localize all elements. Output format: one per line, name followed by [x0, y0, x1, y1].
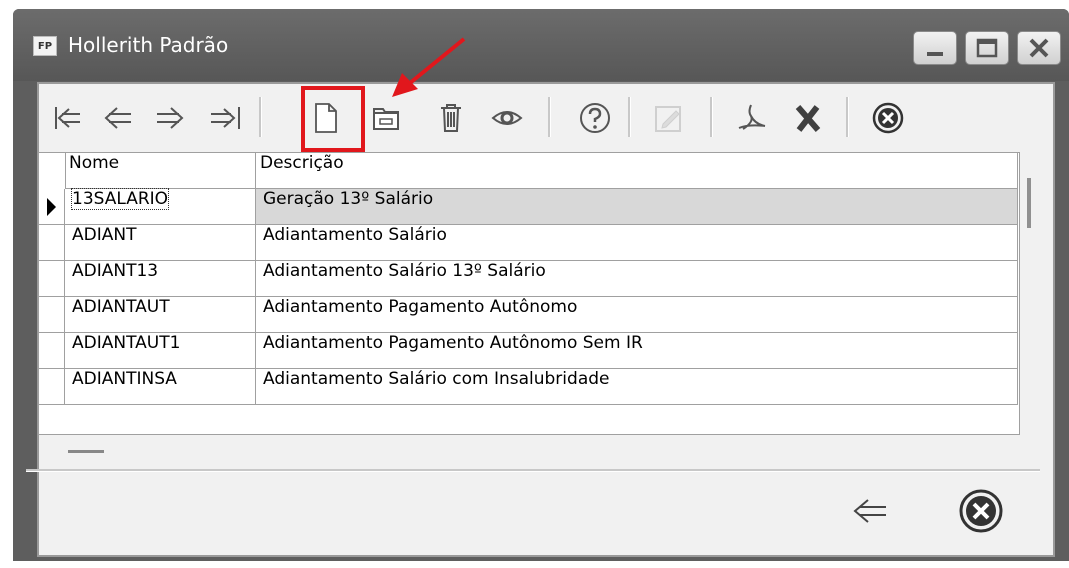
minimize-icon [927, 52, 943, 56]
last-arrow-icon [211, 107, 240, 129]
vertical-scrollbar[interactable] [1027, 178, 1031, 228]
table-row[interactable]: ADIANTAUT Adiantamento Pagamento Autônom… [39, 297, 1018, 333]
cell-nome[interactable]: ADIANTAUT1 [65, 333, 256, 369]
folder-icon [373, 108, 399, 130]
footer-separator [26, 469, 1040, 472]
left-arrow-icon [104, 107, 131, 129]
row-indicator [39, 189, 65, 225]
row-indicator [39, 225, 65, 261]
horizontal-scrollbar[interactable] [68, 450, 104, 453]
trash-icon [441, 104, 461, 132]
toolbar-separator [259, 97, 262, 137]
current-row-icon [47, 198, 56, 216]
column-header-nome[interactable]: Nome [65, 153, 256, 188]
cell-nome-text: 13SALARIO [70, 188, 170, 210]
excel-x-icon [795, 105, 821, 132]
back-button[interactable] [838, 478, 898, 544]
help-icon [580, 103, 610, 133]
close-circle-icon [872, 102, 904, 134]
cell-descricao[interactable]: Adiantamento Salário 13º Salário [256, 261, 1018, 297]
app-icon: FP [33, 36, 57, 56]
row-indicator [39, 333, 65, 369]
table-row[interactable]: ADIANTINSA Adiantamento Salário com Insa… [39, 369, 1018, 405]
row-indicator [39, 297, 65, 333]
toolbar-separator [846, 97, 849, 137]
cell-nome[interactable]: 13SALARIO [65, 188, 256, 225]
toolbar-separator [628, 97, 631, 137]
export-pdf-button[interactable] [732, 93, 772, 143]
toolbar-separator [548, 97, 551, 137]
cancel-button[interactable] [948, 478, 1014, 544]
cell-descricao[interactable]: Adiantamento Pagamento Autônomo Sem IR [256, 333, 1018, 369]
grid-header: Nome Descrição [39, 153, 1018, 189]
maximize-icon [976, 38, 998, 58]
previous-record-button[interactable] [96, 93, 138, 143]
cell-descricao[interactable]: Geração 13º Salário [256, 189, 1018, 225]
last-record-button[interactable] [204, 93, 246, 143]
cell-nome[interactable]: ADIANT [65, 225, 256, 261]
window-title: Hollerith Padrão [68, 33, 229, 57]
table-row[interactable]: ADIANTAUT1 Adiantamento Pagamento Autôno… [39, 333, 1018, 369]
first-arrow-icon [55, 107, 80, 129]
close-toolbar-button[interactable] [868, 93, 908, 143]
help-button[interactable] [575, 93, 615, 143]
first-record-button[interactable] [50, 93, 86, 143]
annotation-arrow [392, 37, 466, 97]
cell-descricao[interactable]: Adiantamento Salário com Insalubridade [256, 369, 1018, 405]
export-excel-button[interactable] [788, 93, 828, 143]
row-indicator [39, 261, 65, 297]
cell-nome[interactable]: ADIANTINSA [65, 369, 256, 405]
close-circle-icon [959, 489, 1003, 533]
pdf-icon [738, 104, 766, 130]
minimize-button[interactable] [913, 31, 957, 65]
title-bar[interactable]: FP Hollerith Padrão [13, 9, 1069, 81]
toolbar-separator [710, 97, 713, 137]
data-grid[interactable]: Nome Descrição 13SALARIO Geração 13º Sal… [38, 152, 1020, 435]
edit-button[interactable] [650, 93, 688, 143]
cell-descricao[interactable]: Adiantamento Pagamento Autônomo [256, 297, 1018, 333]
right-arrow-icon [157, 107, 184, 129]
row-indicator [39, 369, 65, 405]
maximize-button[interactable] [965, 31, 1009, 65]
view-button[interactable] [487, 93, 527, 143]
cell-nome[interactable]: ADIANTAUT [65, 297, 256, 333]
eye-icon [491, 111, 523, 125]
back-arrow-icon [853, 499, 886, 523]
edit-icon [655, 106, 681, 132]
table-row[interactable]: ADIANT Adiantamento Salário [39, 225, 1018, 261]
column-header-descricao[interactable]: Descrição [256, 153, 1018, 188]
close-icon [1029, 38, 1049, 58]
cell-descricao[interactable]: Adiantamento Salário [256, 225, 1018, 261]
next-record-button[interactable] [150, 93, 192, 143]
table-row[interactable]: 13SALARIO Geração 13º Salário [39, 188, 1018, 225]
cell-nome[interactable]: ADIANT13 [65, 261, 256, 297]
table-row[interactable]: ADIANT13 Adiantamento Salário 13º Salári… [39, 261, 1018, 297]
header-indicator-cell [39, 153, 66, 189]
toolbar [40, 93, 1030, 143]
window-close-button[interactable] [1017, 31, 1061, 65]
highlight-box [301, 86, 365, 152]
